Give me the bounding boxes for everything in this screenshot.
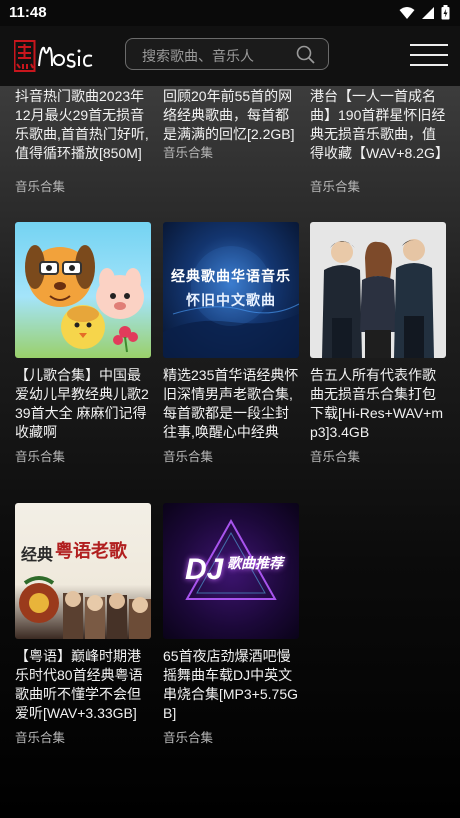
album-title[interactable]: 【粤语】巅峰时期港乐时代80首经典粤语歌曲听不懂学不会但爱听[WAV+3.33G…	[15, 647, 151, 723]
album-title[interactable]: 港台【一人一首成名曲】190首群星怀旧经典无损音乐歌曲，值得收藏【WAV+8.2…	[310, 87, 449, 163]
album-title[interactable]: 【儿歌合集】中国最爱幼儿早教经典儿歌239首大全 麻麻们记得收藏啊	[15, 366, 151, 442]
cantonese-thumbnail[interactable]: 粤语老歌 经典	[15, 503, 151, 639]
album-category[interactable]: 音乐合集	[310, 176, 360, 195]
app-logo[interactable]	[14, 38, 96, 74]
album-category[interactable]: 音乐合集	[15, 727, 151, 746]
album-card[interactable]: 粤语老歌 经典 【粤语】巅峰时期港乐时代80首经典粤语歌曲听不懂学不会但爱听[W…	[15, 503, 151, 746]
thumb-caption: 经典歌曲华语音乐	[171, 268, 291, 284]
status-icons	[399, 5, 450, 20]
album-title[interactable]: 65首夜店劲爆酒吧慢摇舞曲车载DJ中英文串烧合集[MP3+5.75GB]	[163, 647, 299, 723]
thumb-caption: 粤语老歌	[55, 541, 127, 562]
cartoon-kids-thumbnail[interactable]	[15, 222, 151, 358]
battery-icon	[441, 5, 450, 20]
wifi-icon	[399, 6, 415, 19]
classic-songs-thumbnail[interactable]: 经典歌曲华语音乐 怀旧中文歌曲	[163, 222, 299, 358]
album-card[interactable]: 【儿歌合集】中国最爱幼儿早教经典儿歌239首大全 麻麻们记得收藏啊 音乐合集	[15, 222, 151, 465]
thumb-caption: 经典	[21, 545, 54, 564]
status-time: 11:48	[9, 4, 47, 21]
hamburger-menu-icon[interactable]	[410, 42, 448, 68]
thumb-caption: 怀旧中文歌曲	[186, 292, 276, 308]
album-category[interactable]: 音乐合集	[15, 176, 65, 195]
app-header	[0, 26, 460, 86]
album-category[interactable]: 音乐合集	[163, 727, 299, 746]
album-card[interactable]: 告五人所有代表作歌曲无损音乐合集打包下载[Hi-Res+WAV+mp3]3.4G…	[310, 222, 446, 465]
dj-thumbnail[interactable]: DJ 歌曲推荐	[163, 503, 299, 639]
search-icon[interactable]	[296, 45, 316, 65]
search-box[interactable]	[125, 38, 329, 70]
status-bar: 11:48	[0, 0, 460, 26]
search-input[interactable]	[140, 45, 294, 67]
album-title[interactable]: 抖音热门歌曲2023年12月最火29首无损音乐歌曲,首首热门好听,值得循环播放[…	[15, 87, 151, 163]
signal-icon	[422, 6, 434, 19]
album-category[interactable]: 音乐合集	[15, 446, 151, 465]
album-grid: 抖音热门歌曲2023年12月最火29首无损音乐歌曲,首首热门好听,值得循环播放[…	[0, 86, 460, 818]
album-category[interactable]: 音乐合集	[163, 142, 213, 161]
album-title[interactable]: 精选235首华语经典怀旧深情男声老歌合集,每首歌都是一段尘封往事,唤醒心中经典	[163, 366, 299, 442]
thumb-caption: DJ	[185, 553, 224, 586]
album-category[interactable]: 音乐合集	[163, 446, 299, 465]
band-photo-thumbnail[interactable]	[310, 222, 446, 358]
album-category[interactable]: 音乐合集	[310, 446, 446, 465]
album-card[interactable]: 经典歌曲华语音乐 怀旧中文歌曲 精选235首华语经典怀旧深情男声老歌合集,每首歌…	[163, 222, 299, 465]
album-card[interactable]: DJ 歌曲推荐 65首夜店劲爆酒吧慢摇舞曲车载DJ中英文串烧合集[MP3+5.7…	[163, 503, 299, 746]
thumb-caption: 歌曲推荐	[227, 555, 283, 571]
album-title[interactable]: 告五人所有代表作歌曲无损音乐合集打包下载[Hi-Res+WAV+mp3]3.4G…	[310, 366, 446, 442]
album-title[interactable]: 回顾20年前55首的网络经典歌曲，每首都是满满的回忆[2.2GB]	[163, 87, 299, 144]
